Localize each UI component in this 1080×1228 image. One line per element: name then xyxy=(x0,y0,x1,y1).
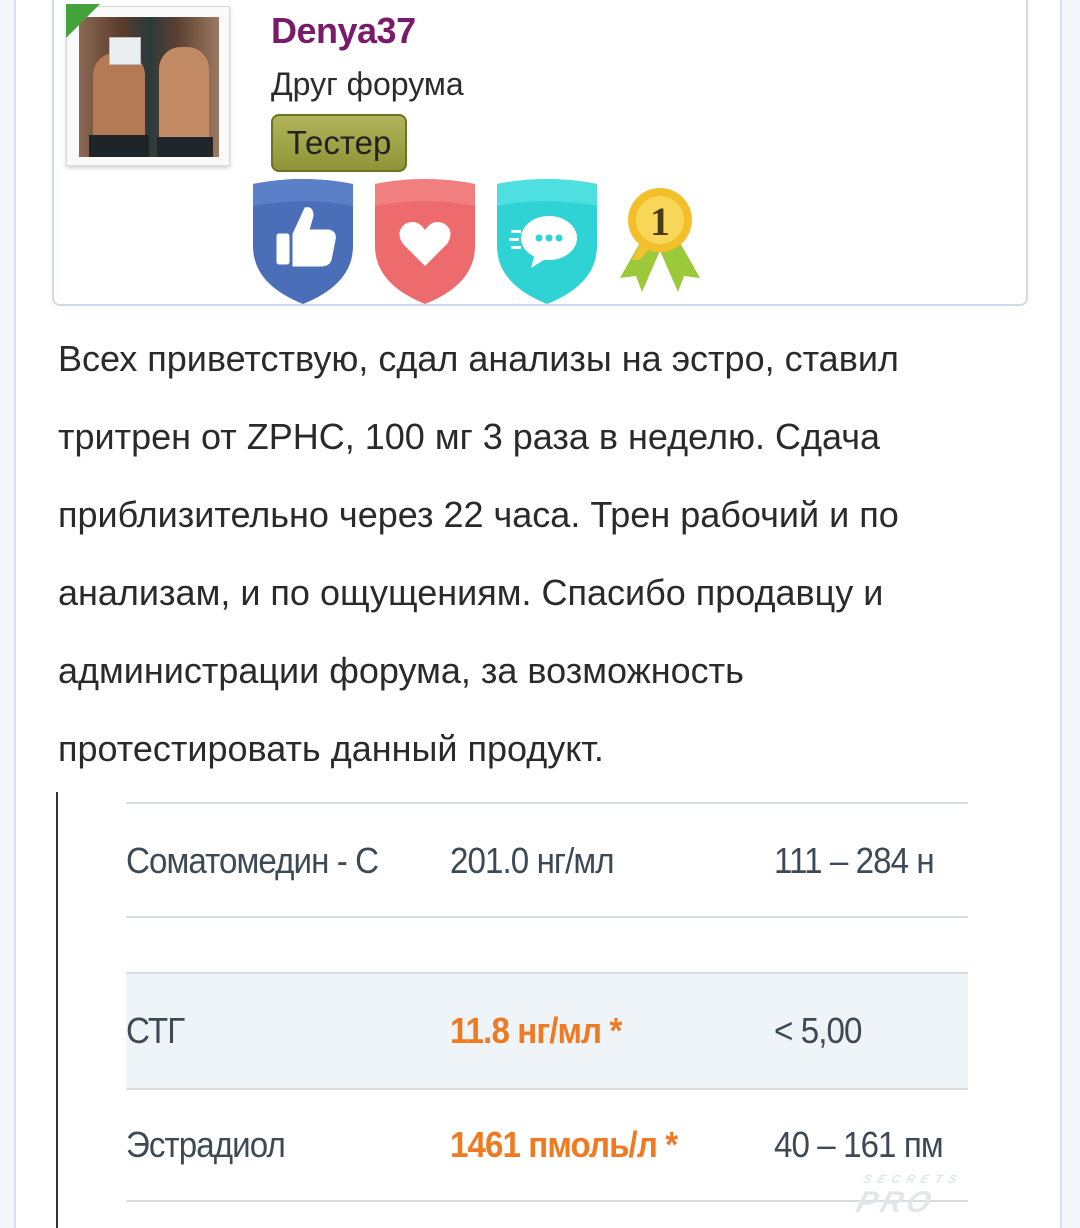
divider xyxy=(126,1200,968,1202)
post-line: протестировать данный продукт. xyxy=(58,728,604,769)
divider xyxy=(126,916,968,918)
lab-test-value: 201.0 нг/мл xyxy=(450,840,615,881)
post-line: приблизительно через 22 часа. Трен рабоч… xyxy=(58,494,899,535)
post-line: администрации форума, за возможность xyxy=(58,650,744,691)
post-body: Всех приветствую, сдал анализы на эстро,… xyxy=(58,320,1018,788)
chat-award-icon[interactable] xyxy=(491,176,603,306)
post-line: тритрен от ZPHC, 100 мг 3 раза в неделю.… xyxy=(58,416,880,457)
divider xyxy=(126,972,968,974)
username-link[interactable]: Denya37 xyxy=(271,10,416,52)
lab-test-reference: 111 – 284 н xyxy=(774,840,935,881)
watermark-logo: SECRETS PRO xyxy=(852,1172,965,1219)
heart-award-icon[interactable] xyxy=(369,176,481,306)
user-badge: Тестер xyxy=(271,114,407,172)
lab-test-name: Соматомедин - С xyxy=(126,840,379,881)
user-rank: Друг форума xyxy=(271,66,464,102)
lab-test-reference: < 5,00 xyxy=(774,1010,862,1051)
lab-test-name: Эстрадиол xyxy=(126,1124,286,1165)
lab-test-name: СТГ xyxy=(126,1010,185,1051)
thumbs-up-award-icon[interactable] xyxy=(247,176,359,306)
lab-test-value-flagged: 1461 пмоль/л * xyxy=(450,1124,678,1165)
lab-results-image[interactable]: Соматомедин - С 201.0 нг/мл 111 – 284 н … xyxy=(56,792,1030,1228)
lab-test-reference: 40 – 161 пм xyxy=(774,1124,944,1165)
post-line: Всех приветствую, сдал анализы на эстро,… xyxy=(58,338,899,379)
lab-test-value-flagged: 11.8 нг/мл * xyxy=(450,1010,622,1051)
avatar-photo xyxy=(79,17,219,157)
divider xyxy=(126,1088,968,1090)
post-line: анализам, и по ощущениям. Спасибо продав… xyxy=(58,572,884,613)
divider xyxy=(126,802,968,804)
online-indicator xyxy=(66,4,100,38)
medal-label: 1 xyxy=(650,199,670,244)
medal-award-icon[interactable]: 1 xyxy=(610,182,710,296)
